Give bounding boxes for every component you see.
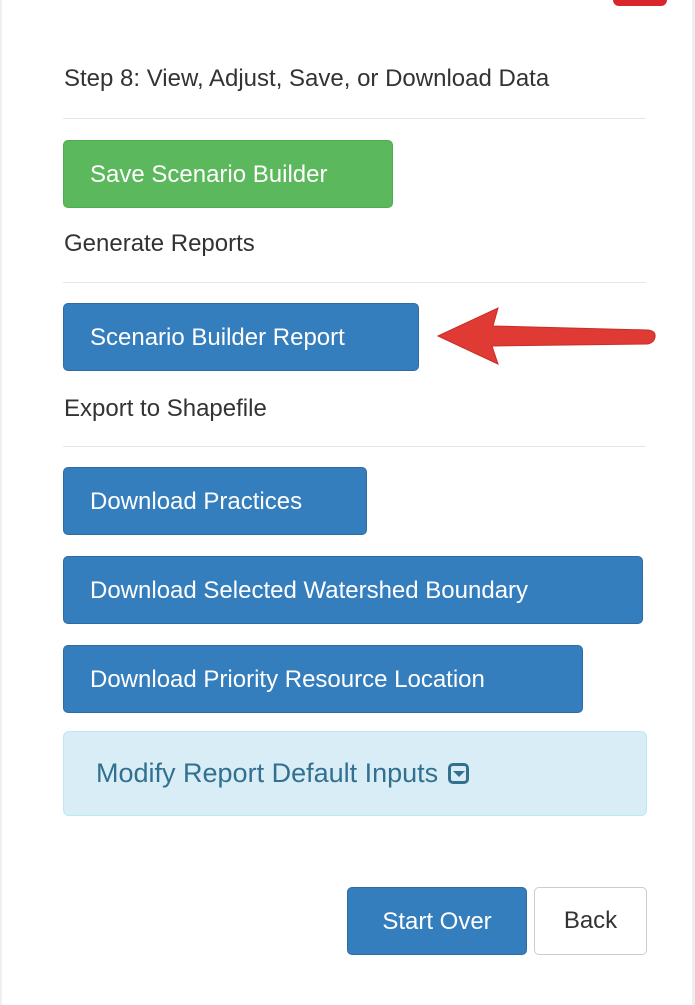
- panel-left-edge: [0, 0, 2, 1005]
- step-panel: Step 8: View, Adjust, Save, or Download …: [0, 0, 695, 1005]
- export-shapefile-heading: Export to Shapefile: [64, 395, 267, 422]
- download-watershed-boundary-button[interactable]: Download Selected Watershed Boundary: [63, 556, 643, 624]
- divider: [63, 282, 646, 283]
- divider: [63, 118, 646, 119]
- start-over-button[interactable]: Start Over: [347, 887, 527, 955]
- caret-square-down-icon: [448, 763, 470, 784]
- annotation-arrow-icon: [436, 307, 656, 365]
- cropped-red-mark: [613, 0, 667, 6]
- download-practices-button[interactable]: Download Practices: [63, 467, 367, 535]
- download-priority-resource-button[interactable]: Download Priority Resource Location: [63, 645, 583, 713]
- scenario-builder-report-button[interactable]: Scenario Builder Report: [63, 303, 419, 371]
- step-heading: Step 8: View, Adjust, Save, or Download …: [64, 65, 550, 92]
- back-button[interactable]: Back: [534, 887, 647, 955]
- save-scenario-builder-button[interactable]: Save Scenario Builder: [63, 140, 393, 208]
- generate-reports-heading: Generate Reports: [64, 230, 255, 257]
- divider: [63, 446, 646, 447]
- modify-report-inputs-label: Modify Report Default Inputs: [96, 758, 439, 788]
- modify-report-inputs-toggle[interactable]: Modify Report Default Inputs: [63, 731, 647, 816]
